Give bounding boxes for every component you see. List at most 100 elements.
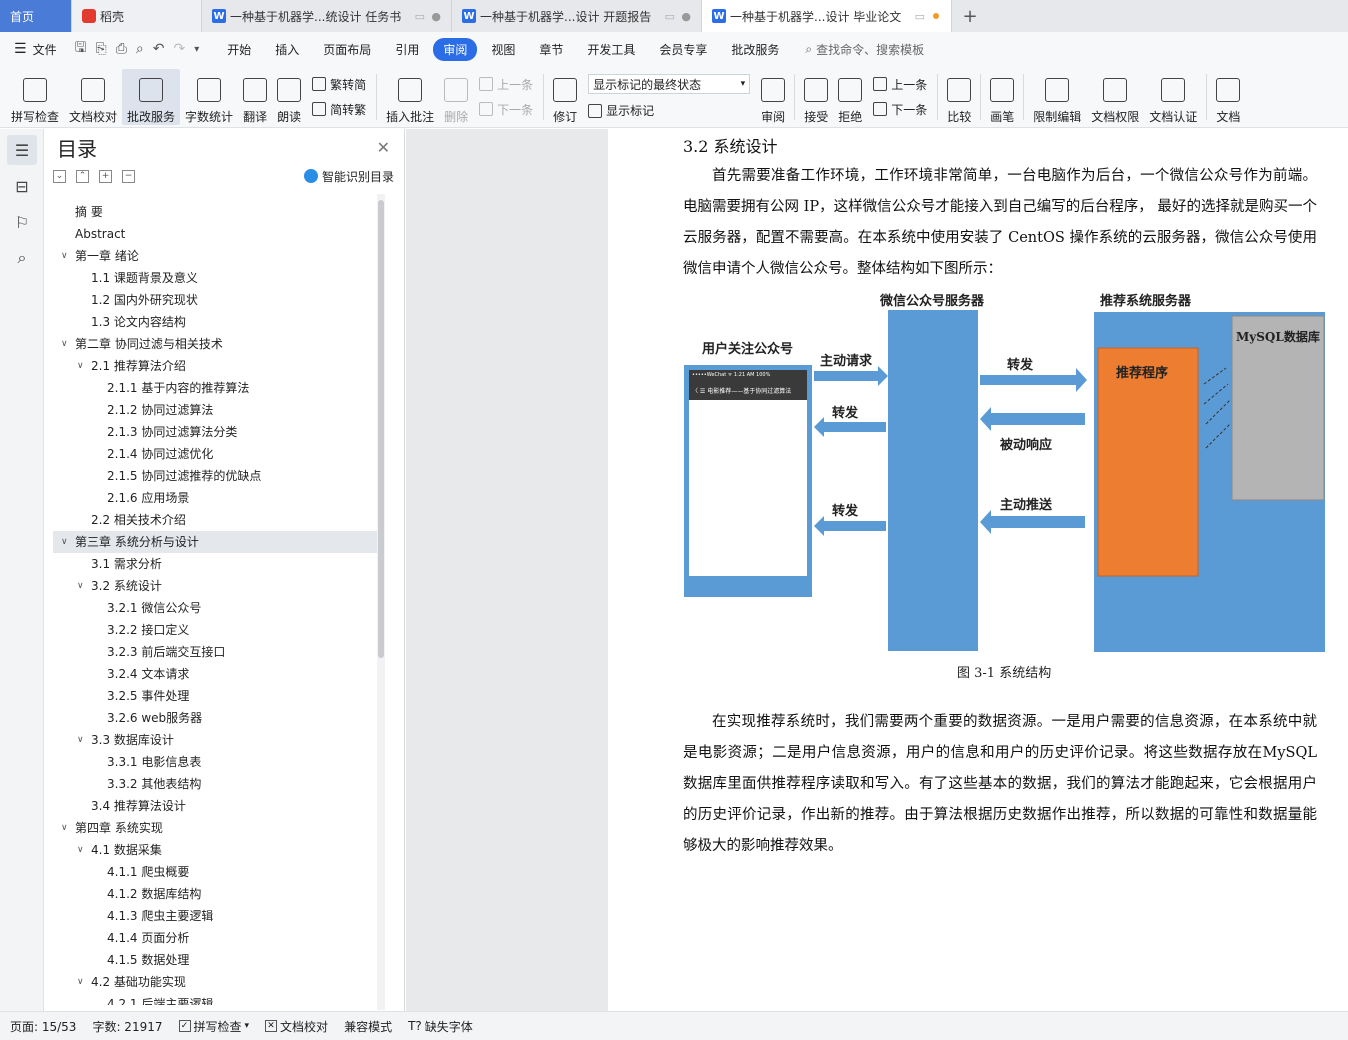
menu-devtools[interactable]: 开发工具 <box>577 38 645 61</box>
print-preview-icon[interactable]: ⌕ <box>136 41 144 57</box>
toc-item[interactable]: 2.1.2 协同过滤算法 <box>53 399 379 421</box>
menu-insert[interactable]: 插入 <box>265 38 309 61</box>
doc-proof-toggle[interactable]: ✕ 文档校对 <box>265 1018 328 1035</box>
chevron-down-icon[interactable]: ∨ <box>77 839 84 861</box>
toc-item[interactable]: 3.3.2 其他表结构 <box>53 773 379 795</box>
insert-comment-button[interactable]: 插入批注 <box>381 69 439 125</box>
tab-doc-proposal[interactable]: W 一种基于机器学...设计 开题报告 ▭ ● <box>452 0 702 32</box>
tab-daoke[interactable]: 稻壳 <box>72 0 202 32</box>
toc-item[interactable]: 2.2 相关技术介绍 <box>53 509 379 531</box>
toc-item[interactable]: 摘 要 <box>53 201 379 223</box>
qa-dropdown-icon[interactable]: ▾ <box>194 44 199 55</box>
tab-window-icon[interactable]: ▭ <box>665 10 675 23</box>
command-search[interactable]: ⌕ 查找命令、搜索模板 <box>805 41 924 58</box>
tab-close-icon[interactable]: ● <box>431 10 441 23</box>
review-service-button[interactable]: 批改服务 <box>122 68 181 125</box>
expand-all-icon[interactable]: ⌃ <box>76 169 89 183</box>
tab-window-icon[interactable]: ▭ <box>415 10 425 23</box>
doc-more-button[interactable]: 文档 <box>1211 69 1245 125</box>
trad-to-simp-button[interactable]: 繁转简 <box>312 76 366 93</box>
toc-item[interactable]: 3.2.1 微信公众号 <box>53 597 379 619</box>
delete-comment-button[interactable]: 删除 <box>439 69 473 125</box>
toc-item[interactable]: 3.2.6 web服务器 <box>53 707 379 729</box>
prev-revision-button[interactable]: 上一条 <box>873 76 927 93</box>
toc-item[interactable]: 3.4 推荐算法设计 <box>53 795 379 817</box>
menu-member[interactable]: 会员专享 <box>649 38 717 61</box>
accept-button[interactable]: 接受 <box>799 69 833 125</box>
doc-rights-button[interactable]: 文档权限 <box>1086 69 1144 125</box>
toc-rail-button[interactable]: ☰ <box>7 135 37 165</box>
toc-item[interactable]: 4.1.5 数据处理 <box>53 949 379 971</box>
restrict-edit-button[interactable]: 限制编辑 <box>1028 69 1086 125</box>
export-icon[interactable]: ⎘ <box>96 41 107 57</box>
menu-start[interactable]: 开始 <box>217 38 261 61</box>
translate-button[interactable]: 翻译 <box>238 69 272 125</box>
prev-comment-button[interactable]: 上一条 <box>479 76 533 93</box>
new-tab-button[interactable]: + <box>952 0 988 32</box>
toc-item[interactable]: 3.2.4 文本请求 <box>53 663 379 685</box>
chevron-down-icon[interactable]: ∨ <box>61 817 68 839</box>
close-icon[interactable]: ✕ <box>377 138 390 157</box>
next-comment-button[interactable]: 下一条 <box>479 101 533 118</box>
toc-item[interactable]: 4.1.2 数据库结构 <box>53 883 379 905</box>
chevron-down-icon[interactable]: ∨ <box>77 729 84 751</box>
redo-icon[interactable]: ↷ <box>174 41 186 57</box>
toc-item[interactable]: 1.3 论文内容结构 <box>53 311 379 333</box>
word-count-button[interactable]: 字数统计 <box>180 69 238 125</box>
toc-item[interactable]: 4.2.1 后端主要逻辑 <box>53 993 379 1005</box>
file-menu[interactable]: ☰ 文件 <box>0 41 67 58</box>
missing-font-button[interactable]: T? 缺失字体 <box>408 1018 473 1035</box>
word-count-indicator[interactable]: 字数: 21917 <box>92 1018 162 1035</box>
toc-item[interactable]: 2.1.4 协同过滤优化 <box>53 443 379 465</box>
search-rail-button[interactable]: ⌕ <box>7 243 37 273</box>
print-icon[interactable]: ⎙ <box>116 41 127 57</box>
reject-button[interactable]: 拒绝 <box>833 69 867 125</box>
doc-cert-button[interactable]: 文档认证 <box>1144 69 1202 125</box>
tab-window-icon[interactable]: ▭ <box>915 10 925 23</box>
tab-doc-task[interactable]: W 一种基于机器学...统设计 任务书 ▭ ● <box>202 0 452 32</box>
toc-item[interactable]: 2.1.6 应用场景 <box>53 487 379 509</box>
tab-home[interactable]: 首页 <box>0 0 72 32</box>
toc-item[interactable]: 4.1.1 爬虫概要 <box>53 861 379 883</box>
chevron-down-icon[interactable]: ∨ <box>61 333 68 355</box>
show-markup-button[interactable]: 显示标记 <box>588 102 750 119</box>
chevron-down-icon[interactable]: ∨ <box>77 575 84 597</box>
toc-item[interactable]: 3.3.1 电影信息表 <box>53 751 379 773</box>
toc-item[interactable]: 3.2.5 事件处理 <box>53 685 379 707</box>
menu-chapter[interactable]: 章节 <box>529 38 573 61</box>
smart-toc-button[interactable]: 智能识别目录 <box>303 168 394 185</box>
toc-item[interactable]: ∨ 第二章 协同过滤与相关技术 <box>53 333 379 355</box>
toc-item[interactable]: 4.1.4 页面分析 <box>53 927 379 949</box>
chevron-down-icon[interactable]: ∨ <box>61 531 68 553</box>
toc-item[interactable]: ∨ 4.1 数据采集 <box>53 839 379 861</box>
toc-scrollbar[interactable] <box>378 200 384 658</box>
menu-view[interactable]: 视图 <box>481 38 525 61</box>
review-pane-button[interactable]: 审阅 <box>756 69 790 125</box>
toc-item[interactable]: ∨ 第三章 系统分析与设计 <box>53 531 379 553</box>
toc-item[interactable]: ∨ 第四章 系统实现 <box>53 817 379 839</box>
toc-item[interactable]: ∨ 3.2 系统设计 <box>53 575 379 597</box>
toc-item[interactable]: ∨ 2.1 推荐算法介绍 <box>53 355 379 377</box>
toc-item[interactable]: 2.1.1 基于内容的推荐算法 <box>53 377 379 399</box>
spell-check-button[interactable]: 拼写检查 <box>6 69 64 125</box>
doc-proof-button[interactable]: 文档校对 <box>64 69 122 125</box>
toc-item[interactable]: 1.1 课题背景及意义 <box>53 267 379 289</box>
toc-item[interactable]: 4.1.3 爬虫主要逻辑 <box>53 905 379 927</box>
tab-close-icon[interactable]: ● <box>681 10 691 23</box>
tab-doc-thesis[interactable]: W 一种基于机器学...设计 毕业论文 ▭ <box>702 0 952 32</box>
collapse-all-icon[interactable]: ⌄ <box>53 169 66 183</box>
toc-item[interactable]: Abstract <box>53 223 379 245</box>
toc-item[interactable]: 3.2.2 接口定义 <box>53 619 379 641</box>
add-heading-icon[interactable]: + <box>99 169 112 183</box>
chapter-rail-button[interactable]: ⊟ <box>7 171 37 201</box>
toc-item[interactable]: 1.2 国内外研究现状 <box>53 289 379 311</box>
save-icon[interactable]: 🖫 <box>75 37 87 61</box>
menu-review-service[interactable]: 批改服务 <box>721 38 789 61</box>
pen-button[interactable]: 画笔 <box>985 69 1019 125</box>
toc-item[interactable]: 3.2.3 前后端交互接口 <box>53 641 379 663</box>
markup-state-select[interactable]: 显示标记的最终状态 ▾ <box>588 74 751 94</box>
simp-to-trad-button[interactable]: 简转繁 <box>312 101 366 118</box>
page-indicator[interactable]: 页面: 15/53 <box>10 1018 76 1035</box>
toc-item[interactable]: ∨ 3.3 数据库设计 <box>53 729 379 751</box>
toc-item[interactable]: 3.1 需求分析 <box>53 553 379 575</box>
